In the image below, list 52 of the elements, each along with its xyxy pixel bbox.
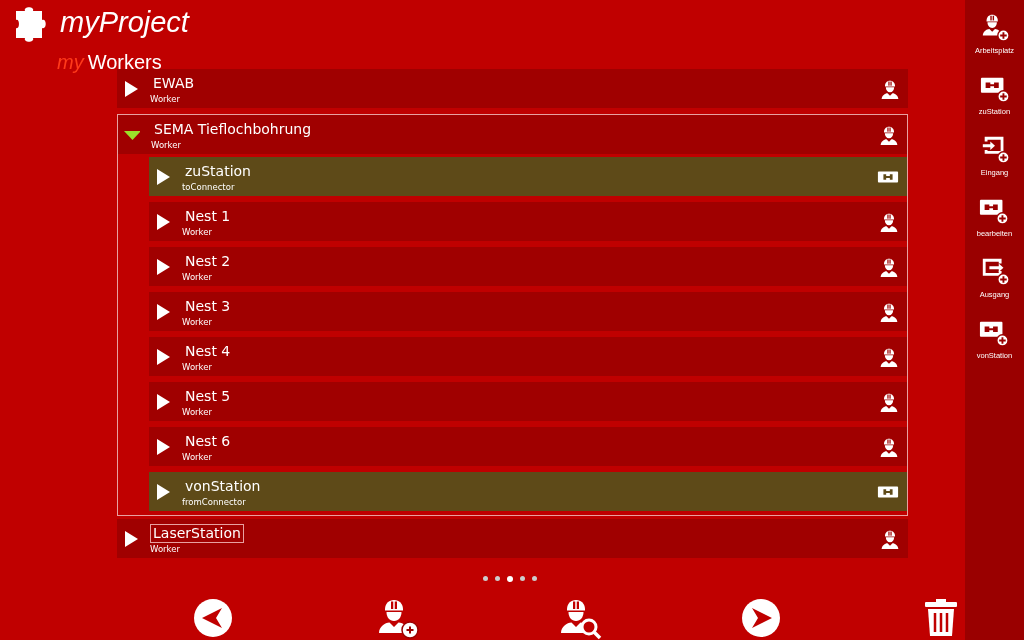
- item-type: Worker: [182, 271, 212, 283]
- worker-icon: [880, 78, 900, 99]
- page-dot[interactable]: [482, 576, 488, 581]
- item-type: Worker: [182, 316, 212, 328]
- worker-icon: [879, 211, 899, 232]
- worker-icon: [879, 346, 899, 367]
- worker-icon: [879, 301, 899, 322]
- expand-arrow-icon[interactable]: [155, 482, 171, 501]
- item-name: vonStation: [184, 477, 262, 496]
- page-dot[interactable]: [531, 576, 537, 581]
- expand-arrow-icon[interactable]: [123, 79, 139, 98]
- page-dot[interactable]: [519, 576, 525, 581]
- item-type: Worker: [182, 226, 212, 238]
- back-button[interactable]: [193, 598, 233, 638]
- delete-button[interactable]: [924, 599, 958, 637]
- item-name: Nest 5: [184, 387, 232, 406]
- subtitle-prefix: my: [57, 51, 84, 74]
- expand-arrow-icon[interactable]: [123, 529, 139, 548]
- expand-arrow-icon[interactable]: [155, 347, 171, 366]
- item-type: Worker: [182, 451, 212, 463]
- page-dot[interactable]: [506, 576, 513, 582]
- item-type: Worker: [182, 406, 212, 418]
- expand-arrow-icon[interactable]: [155, 392, 171, 411]
- expand-arrow-icon[interactable]: [155, 212, 171, 231]
- worker-icon: [879, 124, 899, 145]
- item-type: Worker: [150, 93, 180, 105]
- expand-arrow-icon[interactable]: [155, 302, 171, 321]
- item-name: Nest 1: [184, 207, 232, 226]
- item-type: fromConnector: [182, 496, 246, 508]
- item-name: EWAB: [152, 74, 196, 93]
- item-name: Nest 3: [184, 297, 232, 316]
- worker-icon: [879, 256, 899, 277]
- worker-icon: [879, 391, 899, 412]
- app-title: myProject: [60, 6, 189, 39]
- item-name: Nest 4: [184, 342, 232, 361]
- item-name: LaserStation: [150, 524, 244, 543]
- item-type: toConnector: [182, 181, 235, 193]
- item-name: SEMA Tieflochbohrung: [153, 120, 313, 139]
- expand-arrow-icon[interactable]: [155, 437, 171, 456]
- item-name: zuStation: [184, 162, 252, 181]
- item-type: Worker: [150, 543, 180, 555]
- item-name: Nest 6: [184, 432, 232, 451]
- worker-icon: [880, 528, 900, 549]
- worker-icon: [879, 436, 899, 457]
- forward-button[interactable]: [741, 598, 781, 638]
- item-type: Worker: [151, 139, 181, 151]
- page-dot[interactable]: [494, 576, 500, 581]
- expand-arrow-icon[interactable]: [155, 257, 171, 276]
- page-title: Workers: [87, 51, 162, 74]
- expand-arrow-icon[interactable]: [155, 167, 171, 186]
- item-name: Nest 2: [184, 252, 232, 271]
- item-type: Worker: [182, 361, 212, 373]
